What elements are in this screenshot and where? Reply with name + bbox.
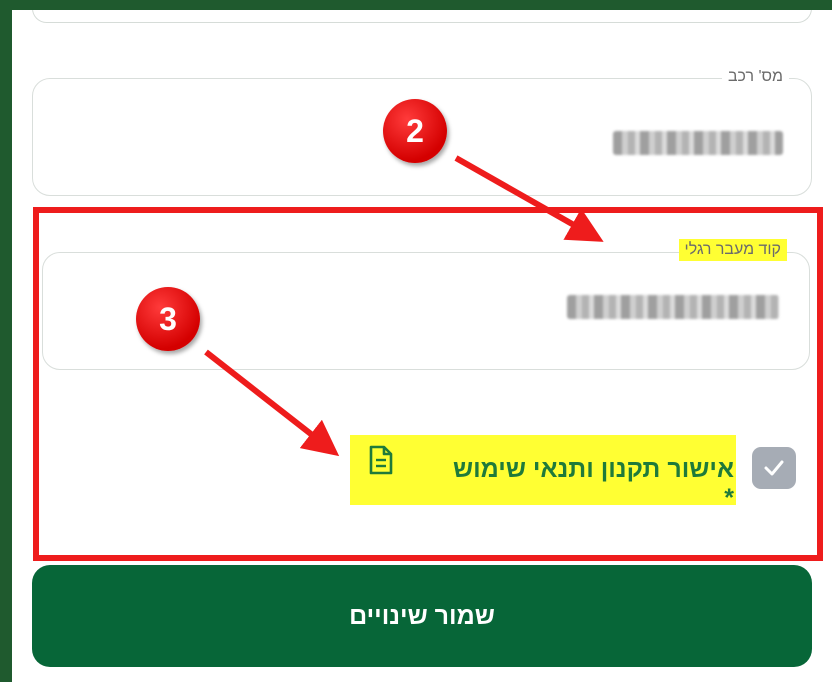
terms-label[interactable]: אישור תקנון ותנאי שימוש * [440,455,734,513]
vehicle-number-label: מס' רכב [721,68,789,86]
terms-checkbox[interactable] [752,447,796,489]
step-2-badge: 2 [383,99,447,163]
save-button[interactable]: שמור שינויים [32,565,812,667]
step-3-badge: 3 [136,287,200,351]
check-icon [764,460,784,476]
vehicle-number-value-blurred [613,131,783,155]
previous-field-edge [32,0,812,23]
document-icon[interactable] [368,445,394,475]
